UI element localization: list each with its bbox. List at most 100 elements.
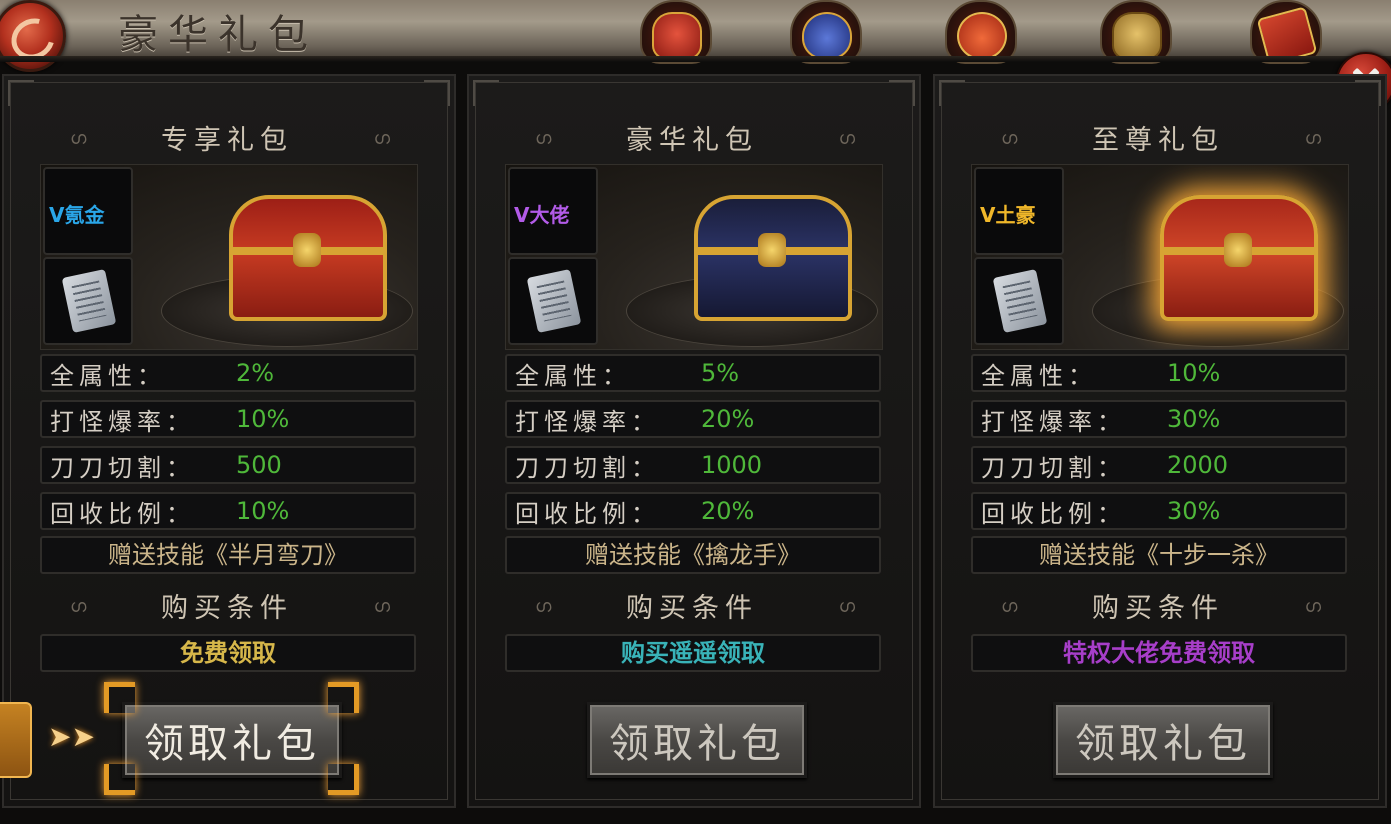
cloud-ornament-icon: ഗ bbox=[535, 596, 552, 617]
pack-header: ഗ 至尊礼包 ഗ bbox=[965, 110, 1351, 164]
stat-label: 全属性： bbox=[515, 361, 631, 390]
cloud-ornament-icon: ഗ bbox=[838, 128, 855, 149]
condition-header: ഗ 购买条件 ഗ bbox=[34, 578, 420, 632]
double-arrow-hint-icon: ➤➤ bbox=[48, 720, 95, 753]
stat-value: 500 bbox=[236, 451, 282, 479]
stat-row: 回收比例： 10% bbox=[40, 492, 416, 530]
purchase-condition: 免费领取 bbox=[40, 634, 416, 672]
selection-frame-corner bbox=[104, 682, 135, 713]
golden-lion-icon[interactable] bbox=[1100, 0, 1172, 64]
pack-showcase: V大佬 bbox=[505, 164, 883, 350]
blue-pouch-icon[interactable] bbox=[790, 0, 862, 64]
purchase-condition: 特权大佬免费领取 bbox=[971, 634, 1347, 672]
stat-value: 20% bbox=[701, 405, 755, 433]
skill-scroll-icon bbox=[992, 269, 1048, 333]
selection-frame-corner bbox=[328, 682, 359, 713]
stat-value: 5% bbox=[701, 359, 740, 387]
claim-pack-button[interactable]: 领取礼包 bbox=[587, 702, 807, 778]
cloud-ornament-icon: ഗ bbox=[373, 128, 390, 149]
stat-label: 刀刀切割： bbox=[515, 453, 660, 482]
cloud-ornament-icon: ഗ bbox=[1304, 128, 1321, 149]
skill-book-slot[interactable] bbox=[974, 257, 1064, 345]
pack-title: 豪华礼包 bbox=[626, 124, 758, 156]
vip-badge-slot[interactable]: V大佬 bbox=[508, 167, 598, 255]
window-title: 豪华礼包 bbox=[118, 12, 318, 58]
stat-label: 全属性： bbox=[50, 361, 166, 390]
vip-badge: V大佬 bbox=[514, 203, 570, 227]
top-bar: 豪华礼包 bbox=[0, 0, 1391, 72]
stat-row: 全属性： 2% bbox=[40, 354, 416, 392]
vip-badge: V氪金 bbox=[49, 203, 105, 227]
red-lucky-bag-icon[interactable] bbox=[945, 0, 1017, 64]
stat-label: 打怪爆率： bbox=[515, 407, 660, 436]
stat-label: 刀刀切割： bbox=[981, 453, 1126, 482]
bonus-skill: 赠送技能《半月弯刀》 bbox=[40, 536, 416, 574]
pack-header: ഗ 专享礼包 ഗ bbox=[34, 110, 420, 164]
selection-frame-corner bbox=[104, 764, 135, 795]
bonus-skill: 赠送技能《擒龙手》 bbox=[505, 536, 881, 574]
yin-yang-emblem-icon bbox=[0, 0, 66, 72]
pack-showcase: V土豪 bbox=[971, 164, 1349, 350]
selection-frame-corner bbox=[328, 764, 359, 795]
red-envelope-icon[interactable] bbox=[1250, 0, 1322, 64]
stat-value: 2% bbox=[236, 359, 275, 387]
stat-label: 回收比例： bbox=[50, 499, 195, 528]
stat-row: 刀刀切割： 1000 bbox=[505, 446, 881, 484]
treasure-chest-icon bbox=[229, 195, 387, 321]
stat-value: 20% bbox=[701, 497, 755, 525]
stat-row: 刀刀切割： 2000 bbox=[971, 446, 1347, 484]
cloud-ornament-icon: ഗ bbox=[70, 128, 87, 149]
vip-badge-slot[interactable]: V氪金 bbox=[43, 167, 133, 255]
claim-pack-button[interactable]: 领取礼包 bbox=[1053, 702, 1273, 778]
condition-header: ഗ 购买条件 ഗ bbox=[965, 578, 1351, 632]
stat-label: 全属性： bbox=[981, 361, 1097, 390]
condition-header: ഗ 购买条件 ഗ bbox=[499, 578, 885, 632]
frame-corner-ornament bbox=[1355, 80, 1381, 106]
gift-pack-panel: ഗ 专享礼包 ഗ V氪金 全属性： 2% 打怪爆率： 10% 刀刀切割： 500… bbox=[2, 74, 456, 808]
vip-badge-label: 氪金 bbox=[64, 203, 105, 227]
skill-book-slot[interactable] bbox=[508, 257, 598, 345]
red-gift-box-icon[interactable] bbox=[640, 0, 712, 64]
frame-corner-ornament bbox=[939, 80, 965, 106]
cloud-ornament-icon: ഗ bbox=[535, 128, 552, 149]
treasure-chest-icon bbox=[694, 195, 852, 321]
stat-label: 回收比例： bbox=[981, 499, 1126, 528]
stat-value: 10% bbox=[1167, 359, 1221, 387]
stat-row: 打怪爆率： 10% bbox=[40, 400, 416, 438]
stat-value: 2000 bbox=[1167, 451, 1229, 479]
stat-label: 回收比例： bbox=[515, 499, 660, 528]
skill-scroll-icon bbox=[61, 269, 117, 333]
stat-value: 1000 bbox=[701, 451, 763, 479]
frame-corner-ornament bbox=[8, 80, 34, 106]
stat-row: 打怪爆率： 30% bbox=[971, 400, 1347, 438]
vip-badge: V土豪 bbox=[980, 203, 1036, 227]
stat-value: 30% bbox=[1167, 405, 1221, 433]
frame-corner-ornament bbox=[424, 80, 450, 106]
stat-label: 刀刀切割： bbox=[50, 453, 195, 482]
pack-title: 专享礼包 bbox=[161, 124, 293, 156]
vip-badge-label: 大佬 bbox=[529, 203, 570, 227]
condition-header-label: 购买条件 bbox=[161, 592, 293, 624]
skill-scroll-icon bbox=[526, 269, 582, 333]
cloud-ornament-icon: ഗ bbox=[1001, 128, 1018, 149]
stat-row: 刀刀切割： 500 bbox=[40, 446, 416, 484]
purchase-condition: 购买遥遥领取 bbox=[505, 634, 881, 672]
cloud-ornament-icon: ഗ bbox=[70, 596, 87, 617]
vip-badge-label: 土豪 bbox=[995, 203, 1036, 227]
condition-header-label: 购买条件 bbox=[626, 592, 758, 624]
vip-badge-slot[interactable]: V土豪 bbox=[974, 167, 1064, 255]
stat-row: 全属性： 10% bbox=[971, 354, 1347, 392]
stat-value: 10% bbox=[236, 497, 290, 525]
frame-corner-ornament bbox=[473, 80, 499, 106]
pack-header: ഗ 豪华礼包 ഗ bbox=[499, 110, 885, 164]
cloud-ornament-icon: ഗ bbox=[373, 596, 390, 617]
gift-pack-panel: ഗ 至尊礼包 ഗ V土豪 全属性： 10% 打怪爆率： 30% 刀刀切割： 20… bbox=[933, 74, 1387, 808]
skill-book-slot[interactable] bbox=[43, 257, 133, 345]
side-drawer-tab[interactable] bbox=[0, 702, 32, 778]
stat-label: 打怪爆率： bbox=[981, 407, 1126, 436]
frame-corner-ornament bbox=[889, 80, 915, 106]
claim-pack-button[interactable]: 领取礼包 bbox=[122, 702, 342, 778]
pack-showcase: V氪金 bbox=[40, 164, 418, 350]
stat-value: 10% bbox=[236, 405, 290, 433]
stat-row: 回收比例： 20% bbox=[505, 492, 881, 530]
